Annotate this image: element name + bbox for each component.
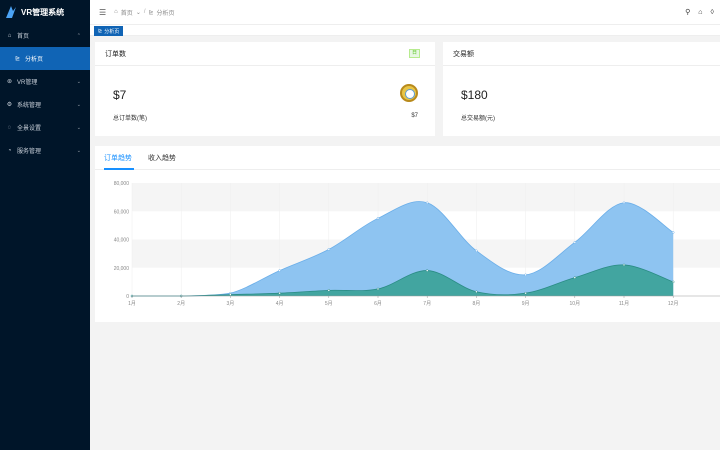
sidebar-item-label: 首页 xyxy=(17,34,30,40)
data-point xyxy=(475,290,478,294)
card-header: 交易额 xyxy=(443,42,720,66)
home-icon: ⌂ xyxy=(7,32,12,39)
x-tick-label: 1月 xyxy=(128,301,136,307)
trend-area-chart: 0 20,000 40,000 60,000 80,000 1月 2月 3月 4月 5月 6月 7月 8… xyxy=(114,181,720,307)
trade-value: $180 xyxy=(461,88,488,102)
tab-income-trend[interactable]: 收入趋势 xyxy=(148,153,176,163)
data-point xyxy=(573,276,577,279)
x-tick-label: 2月 xyxy=(177,301,185,307)
data-point xyxy=(622,263,626,267)
sidebar-item-analysis[interactable]: ⊵ 分析页 xyxy=(0,47,90,70)
tab-order-trend[interactable]: 订单趋势 xyxy=(104,153,132,163)
sidebar-item-system[interactable]: ⚙ 系统管理 ⌄ xyxy=(0,93,90,116)
tabs-bar: ⊵ 分析页 xyxy=(90,24,720,36)
x-tick-label: 11月 xyxy=(619,301,629,307)
sidebar-item-vr[interactable]: ⊛ VR管理 ⌄ xyxy=(0,70,90,93)
order-card: 订单数 日 $7 总订单数(笔) $7 xyxy=(95,42,435,136)
sidebar-item-service[interactable]: ◔ 服务管理 ⌄ xyxy=(0,139,90,162)
vr-icon: ⊛ xyxy=(6,79,13,85)
app-title: VR管理系统 xyxy=(21,7,65,17)
data-point xyxy=(524,291,527,295)
y-tick-label: 20,000 xyxy=(114,266,130,272)
data-point xyxy=(573,241,577,244)
x-tick-label: 12月 xyxy=(668,301,679,307)
data-point xyxy=(475,249,478,253)
y-tick-label: 80,000 xyxy=(114,181,130,187)
card-header: 订单数 日 xyxy=(95,42,435,66)
data-point xyxy=(278,269,281,272)
y-tick-label: 60,000 xyxy=(114,209,130,215)
top-header: ☰ ⌂ 首页 ⌄ / ⊵ 分析页 ⚲ ⌂ ◊ xyxy=(90,0,720,24)
x-tick-label: 4月 xyxy=(276,301,284,307)
data-point xyxy=(278,291,281,295)
tab-label: 分析页 xyxy=(104,28,120,35)
chevron-down-icon: ⌄ xyxy=(76,101,81,108)
x-tick-label: 7月 xyxy=(423,301,431,307)
order-total-value: $7 xyxy=(411,113,418,119)
logo-icon xyxy=(6,6,16,18)
x-tick-label: 3月 xyxy=(227,301,235,307)
chart-icon: ⊵ xyxy=(14,56,21,62)
trade-card: 交易额 $180 总交易额(元) xyxy=(443,42,720,136)
chevron-down-icon: ⌄ xyxy=(76,147,81,154)
chevron-down-icon: ⌄ xyxy=(76,78,81,85)
trade-total-label: 总交易额(元) xyxy=(461,116,495,122)
chart-icon: ⊵ xyxy=(148,9,154,16)
y-tick-label: 40,000 xyxy=(114,238,130,244)
order-total-label: 总订单数(笔) xyxy=(113,116,147,122)
data-point xyxy=(671,231,675,234)
sidebar-item-label: 全景设置 xyxy=(17,126,42,132)
order-value: $7 xyxy=(113,88,127,102)
panorama-icon: ◌ xyxy=(7,124,12,131)
data-point xyxy=(622,201,626,205)
sidebar-item-label: VR管理 xyxy=(17,80,38,86)
data-point xyxy=(327,289,331,292)
data-point xyxy=(425,269,429,272)
breadcrumb: ⌂ 首页 ⌄ / ⊵ 分析页 xyxy=(114,8,174,17)
data-point xyxy=(376,287,380,291)
chart-icon: ⊵ xyxy=(98,28,103,34)
x-tick-label: 8月 xyxy=(473,301,481,307)
breadcrumb-item[interactable]: 分析页 xyxy=(157,8,175,17)
chevron-down-icon: ⌄ xyxy=(135,9,141,16)
app-logo[interactable]: VR管理系统 xyxy=(0,0,90,24)
home-icon[interactable]: ⌂ xyxy=(698,9,702,16)
sidebar-item-home[interactable]: ⌂ 首页 ⌃ xyxy=(0,24,90,47)
data-point xyxy=(229,293,232,296)
y-tick-label: 0 xyxy=(126,294,129,300)
sidebar-item-label: 分析页 xyxy=(25,57,44,63)
breadcrumb-item[interactable]: 首页 xyxy=(121,8,133,17)
card-title: 订单数 xyxy=(105,50,126,58)
sidebar: VR管理系统 ⌂ 首页 ⌃ ⊵ 分析页 ⊛ VR管理 ⌄ ⚙ 系统管理 ⌄ ◌ … xyxy=(0,0,90,450)
clock-icon xyxy=(400,84,418,102)
sidebar-item-panorama[interactable]: ◌ 全景设置 ⌄ xyxy=(0,116,90,139)
data-point xyxy=(327,248,331,251)
chevron-down-icon: ⌄ xyxy=(76,124,81,131)
card-title: 交易额 xyxy=(453,50,474,58)
header-actions: ⚲ ⌂ ◊ xyxy=(685,0,714,24)
menu-toggle-icon[interactable]: ☰ xyxy=(99,8,106,17)
gear-icon: ⚙ xyxy=(6,102,13,108)
sidebar-item-label: 系统管理 xyxy=(17,103,42,109)
data-point xyxy=(425,201,429,205)
period-badge: 日 xyxy=(408,49,420,58)
service-icon: ◔ xyxy=(7,147,12,154)
x-tick-label: 9月 xyxy=(522,301,530,307)
breadcrumb-separator: / xyxy=(143,9,146,15)
tab-analysis[interactable]: ⊵ 分析页 xyxy=(94,26,124,36)
x-tick-label: 5月 xyxy=(325,301,333,307)
sidebar-submenu: ⊵ 分析页 xyxy=(0,47,90,70)
chart-tabs: 订单趋势 收入趋势 xyxy=(95,146,720,170)
x-tick-label: 10月 xyxy=(570,301,581,307)
notification-icon[interactable]: ◊ xyxy=(711,9,714,16)
trend-chart-card: 订单趋势 收入趋势 0 20,000 40,000 60,000 80,000 1月 2月 3… xyxy=(95,146,720,322)
search-icon[interactable]: ⚲ xyxy=(685,8,690,16)
data-point xyxy=(524,273,527,277)
sidebar-item-label: 服务管理 xyxy=(17,149,42,155)
x-tick-label: 6月 xyxy=(374,301,382,307)
chevron-up-icon: ⌃ xyxy=(76,32,81,39)
data-point xyxy=(671,280,675,284)
home-icon: ⌂ xyxy=(114,9,118,15)
data-point xyxy=(376,217,380,220)
